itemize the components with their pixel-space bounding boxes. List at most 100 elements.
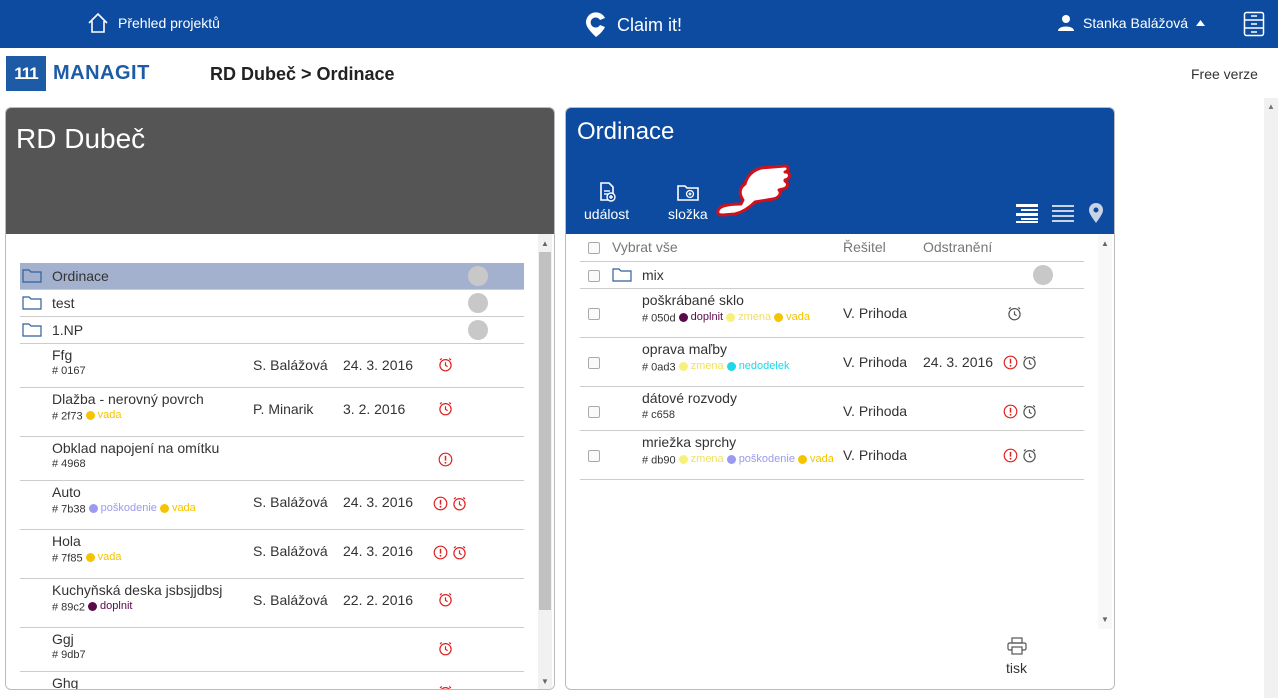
warning-icon-wrap xyxy=(1003,404,1018,422)
warning-icon xyxy=(1003,448,1018,463)
item-row[interactable]: dátové rozvody # c658 V. Prihoda xyxy=(580,387,1084,431)
item-row[interactable]: Ggj # 9db7 xyxy=(20,628,524,672)
folder-row[interactable]: 1.NP xyxy=(20,317,524,344)
page-scrollbar[interactable]: ▲ xyxy=(1264,98,1278,698)
tag-dot xyxy=(726,454,736,464)
item-row[interactable]: mriežka sprchy # db90 zmena poškodenie vada V… xyxy=(580,431,1084,480)
item-title: Ffg xyxy=(52,347,73,363)
home-label: Přehled projektů xyxy=(118,15,220,31)
item-row[interactable]: oprava maľby # 0ad3 zmena nedodelek V. Priho… xyxy=(580,338,1084,387)
warning-icon xyxy=(1003,404,1018,419)
cabinet-icon xyxy=(1243,11,1265,37)
row-checkbox[interactable] xyxy=(588,308,600,320)
warning-icon-wrap xyxy=(1003,448,1018,466)
scroll-down-arrow[interactable]: ▼ xyxy=(1101,615,1109,624)
pointing-hand-icon xyxy=(716,164,791,217)
item-row[interactable]: Ghg xyxy=(20,672,524,689)
printer-icon xyxy=(1006,637,1027,655)
home-link[interactable]: Přehled projektů xyxy=(87,12,220,34)
print-button[interactable]: tisk xyxy=(1006,637,1027,676)
select-all-checkbox[interactable] xyxy=(588,242,600,254)
scroll-up-arrow[interactable]: ▲ xyxy=(1101,239,1109,248)
status-circle[interactable] xyxy=(1033,265,1053,285)
scroll-up-arrow[interactable]: ▲ xyxy=(1267,102,1275,111)
warning-icon xyxy=(433,496,448,511)
row-checkbox[interactable] xyxy=(588,450,600,462)
row-checkbox[interactable] xyxy=(588,357,600,369)
tag-dot xyxy=(797,454,807,464)
row-checkbox[interactable] xyxy=(588,406,600,418)
tag-text: doplnit xyxy=(100,600,133,612)
folder-name: test xyxy=(52,295,75,311)
item-row[interactable]: Kuchyňská deska jsbsjjdbsj # 89c2 doplnit S… xyxy=(20,579,524,628)
status-circle[interactable] xyxy=(468,320,488,340)
item-code: # 9db7 xyxy=(52,649,86,661)
item-row[interactable]: poškrábané sklo # 050d doplnit zmena vada V. … xyxy=(580,289,1084,338)
brand: Claim it! xyxy=(584,12,682,38)
item-row[interactable]: Obklad napojení na omítku # 4968 xyxy=(20,437,524,481)
tag-dot xyxy=(88,601,98,611)
project-title: RD Dubeč xyxy=(16,123,146,154)
item-solver: V. Prihoda xyxy=(843,447,908,463)
map-pin-icon[interactable] xyxy=(1088,203,1104,223)
alarm-icon-wrap xyxy=(1007,306,1022,324)
alarm-icon-wrap xyxy=(438,401,453,419)
item-date: 22. 2. 2016 xyxy=(343,592,414,608)
item-code: # 7b38 xyxy=(52,503,86,516)
detail-list-view-icon[interactable] xyxy=(1016,203,1038,223)
status-circle[interactable] xyxy=(468,266,488,286)
item-code: # 0ad3 xyxy=(642,361,676,374)
item-date: 24. 3. 2016 xyxy=(343,357,414,373)
folder-row[interactable]: Ordinace xyxy=(20,263,524,290)
project-header: RD Dubeč xyxy=(6,108,554,234)
alarm-clock-icon xyxy=(439,685,452,689)
folder-scrollbar[interactable]: ▲ ▼ xyxy=(1098,234,1112,629)
folder-icon xyxy=(22,323,42,337)
removal-column-header[interactable]: Odstranění xyxy=(923,239,992,255)
item-title: mriežka sprchy xyxy=(642,434,737,450)
tag-dot xyxy=(159,503,169,513)
tag-dot xyxy=(85,552,95,562)
item-date: 24. 3. 2016 xyxy=(343,543,414,559)
item-meta: # 4968 xyxy=(52,458,86,470)
project-scrollbar[interactable]: ▲ ▼ xyxy=(538,234,552,689)
select-all-label[interactable]: Vybrat vše xyxy=(612,239,678,255)
compact-list-view-icon[interactable] xyxy=(1052,203,1074,223)
warning-icon-wrap xyxy=(433,545,448,563)
tag-dot xyxy=(678,312,688,322)
project-panel: RD Dubeč Ordinace test 1.NP Ffg # 0167 S. Bal… xyxy=(5,107,555,690)
item-row[interactable]: Auto # 7b38 poškodenie vada S. Balážová 24. 3… xyxy=(20,481,524,530)
tag-label: doplnit xyxy=(88,600,132,612)
row-checkbox[interactable] xyxy=(588,270,600,282)
scroll-down-arrow[interactable]: ▼ xyxy=(541,677,549,686)
alarm-clock-icon xyxy=(1023,404,1036,419)
item-row[interactable]: Dlažba - nerovný povrch # 2f73 vada P. Mina… xyxy=(20,388,524,437)
folder-row[interactable]: test xyxy=(20,290,524,317)
item-row[interactable]: Hola # 7f85 vada S. Balážová 24. 3. 2016 xyxy=(20,530,524,579)
item-code: # 050d xyxy=(642,312,676,325)
warning-icon-wrap xyxy=(1003,355,1018,373)
item-title: Ggj xyxy=(52,631,74,647)
print-label: tisk xyxy=(1006,660,1027,676)
new-event-button[interactable]: událost xyxy=(584,182,629,222)
alarm-clock-icon xyxy=(453,545,466,560)
status-circle[interactable] xyxy=(468,293,488,313)
new-folder-button[interactable]: složka xyxy=(668,182,708,222)
user-menu[interactable]: Stanka Balážová xyxy=(1057,14,1206,32)
item-title: Hola xyxy=(52,533,81,549)
folder-icon-wrap xyxy=(612,267,632,285)
tag-label: vada xyxy=(797,453,834,465)
folder-row[interactable]: mix xyxy=(580,262,1084,289)
tag-dot xyxy=(774,312,784,322)
item-title: Auto xyxy=(52,484,81,500)
scroll-thumb[interactable] xyxy=(539,252,551,610)
alarm-icon-wrap xyxy=(438,592,453,610)
managit-logo[interactable]: 111 MANAGIT xyxy=(6,56,150,91)
archive-button[interactable] xyxy=(1243,11,1265,42)
alarm-clock-icon xyxy=(439,357,452,372)
solver-column-header[interactable]: Řešitel xyxy=(843,239,886,255)
item-meta: # db90 zmena poškodenie vada xyxy=(642,453,834,467)
item-row[interactable]: Ffg # 0167 S. Balážová 24. 3. 2016 xyxy=(20,344,524,388)
tag-text: poškodenie xyxy=(738,453,795,465)
scroll-up-arrow[interactable]: ▲ xyxy=(541,239,549,248)
